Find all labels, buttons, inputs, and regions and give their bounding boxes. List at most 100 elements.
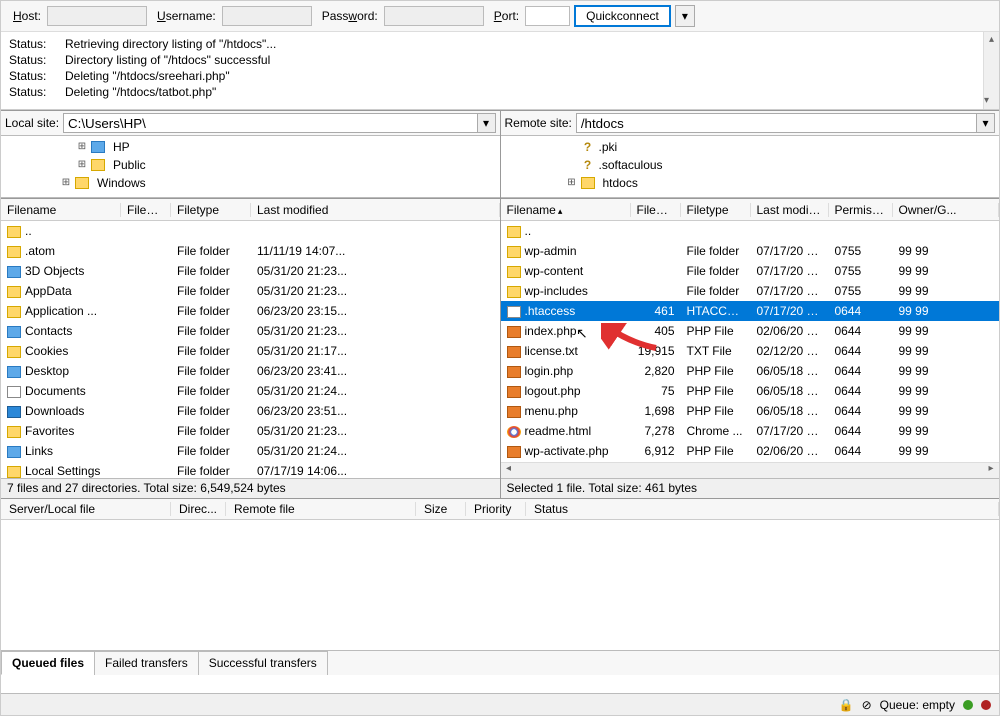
transfer-tabs: Queued files Failed transfers Successful…	[1, 650, 999, 675]
tree-label: .pki	[599, 138, 618, 156]
list-item[interactable]: DownloadsFile folder06/23/20 23:51...	[1, 401, 500, 421]
remote-site-label: Remote site:	[505, 116, 572, 130]
col-permissions[interactable]: Permissi...	[829, 203, 893, 217]
port-input[interactable]	[525, 6, 570, 26]
folder-icon	[7, 466, 21, 478]
list-item[interactable]: login.php2,820PHP File06/05/18 2...06449…	[501, 361, 1000, 381]
list-item[interactable]: wp-includesFile folder07/17/20 2...07559…	[501, 281, 1000, 301]
list-item[interactable]: AppDataFile folder05/31/20 21:23...	[1, 281, 500, 301]
list-item[interactable]: 3D ObjectsFile folder05/31/20 21:23...	[1, 261, 500, 281]
queue-status-text: Queue: empty	[880, 698, 955, 712]
tree-label: HP	[113, 138, 130, 156]
tree-label: .softaculous	[599, 156, 663, 174]
username-input[interactable]	[222, 6, 312, 26]
list-item[interactable]: index.php405PHP File02/06/20 1...064499 …	[501, 321, 1000, 341]
expander-icon[interactable]: ⊞	[77, 138, 87, 156]
list-item[interactable]: CookiesFile folder05/31/20 21:17...	[1, 341, 500, 361]
queue-body[interactable]	[1, 520, 999, 650]
local-file-list: Filename Filesize Filetype Last modified…	[1, 199, 501, 498]
col-filename[interactable]: Filename	[1, 203, 121, 217]
list-item[interactable]: DocumentsFile folder05/31/20 21:24...	[1, 381, 500, 401]
expander-icon[interactable]: ⊞	[61, 174, 71, 192]
scroll-right-icon[interactable]: ▸	[983, 463, 999, 479]
list-item[interactable]: readme.html7,278Chrome ...07/17/20 2...0…	[501, 421, 1000, 441]
tree-node[interactable]: ⊞Public	[7, 156, 494, 174]
list-item[interactable]: logout.php75PHP File06/05/18 2...064499 …	[501, 381, 1000, 401]
list-item[interactable]: Local SettingsFile folder07/17/19 14:06.…	[1, 461, 500, 478]
list-item[interactable]: wp-adminFile folder07/17/20 2...075599 9…	[501, 241, 1000, 261]
question-folder-icon: ?	[581, 158, 595, 172]
list-item[interactable]: wp-contentFile folder07/17/20 2...075599…	[501, 261, 1000, 281]
local-path-input[interactable]	[63, 113, 477, 133]
status-line: Retrieving directory listing of "/htdocs…	[65, 36, 276, 52]
remote-tree[interactable]: ?.pki? .softaculous ⊞ htdocs	[501, 136, 1000, 198]
qcol-status[interactable]: Status	[526, 502, 999, 516]
list-item[interactable]: ContactsFile folder05/31/20 21:23...	[1, 321, 500, 341]
remote-path-dropdown[interactable]: ▾	[977, 113, 995, 133]
local-path-dropdown[interactable]: ▾	[478, 113, 496, 133]
list-item[interactable]: menu.php1,698PHP File06/05/18 2...064499…	[501, 401, 1000, 421]
tab-failed[interactable]: Failed transfers	[94, 651, 199, 675]
folder-blue-icon	[7, 366, 21, 378]
tree-node[interactable]: ⊞ htdocs	[507, 174, 994, 192]
expander-icon[interactable]: ⊞	[567, 174, 577, 192]
local-site-label: Local site:	[5, 116, 59, 130]
status-label: Status:	[9, 36, 53, 52]
chevron-down-icon: ▾	[982, 116, 988, 130]
qcol-size[interactable]: Size	[416, 502, 466, 516]
tree-label: Windows	[97, 174, 146, 192]
connection-active-icon	[963, 700, 973, 710]
folder-icon	[507, 226, 521, 238]
status-scrollbar[interactable]: ▴ ▾	[983, 32, 999, 109]
folder-icon	[507, 286, 521, 298]
tab-success[interactable]: Successful transfers	[198, 651, 328, 675]
tree-node[interactable]: ⊞ HP	[7, 138, 494, 156]
scroll-left-icon[interactable]: ◂	[501, 463, 517, 479]
tree-node[interactable]: ⊞ Windows	[7, 174, 494, 192]
col-filesize[interactable]: Filesize	[121, 203, 171, 217]
col-filetype[interactable]: Filetype	[681, 203, 751, 217]
list-item[interactable]: ..	[501, 221, 1000, 241]
scroll-up-icon[interactable]: ▴	[984, 32, 999, 48]
remote-hscroll[interactable]: ◂ ▸	[501, 462, 1000, 478]
quickconnect-dropdown[interactable]: ▾	[675, 5, 695, 27]
col-filetype[interactable]: Filetype	[171, 203, 251, 217]
scroll-down-icon[interactable]: ▾	[984, 93, 989, 109]
col-filename[interactable]: Filename▴	[501, 203, 631, 217]
password-input[interactable]	[384, 6, 484, 26]
local-headers[interactable]: Filename Filesize Filetype Last modified	[1, 199, 500, 221]
qcol-direction[interactable]: Direc...	[171, 502, 226, 516]
qcol-priority[interactable]: Priority	[466, 502, 526, 516]
chevron-down-icon: ▾	[682, 9, 688, 23]
host-input[interactable]	[47, 6, 147, 26]
quickconnect-button[interactable]: Quickconnect	[574, 5, 671, 27]
col-modified[interactable]: Last modifi...	[751, 203, 829, 217]
col-owner[interactable]: Owner/G...	[893, 203, 1000, 217]
expander-icon[interactable]: ⊞	[77, 156, 87, 174]
folder-icon	[7, 246, 21, 258]
tree-node[interactable]: ? .softaculous	[507, 156, 994, 174]
remote-file-list: Filename▴ Filesize Filetype Last modifi.…	[501, 199, 1000, 498]
list-item[interactable]: license.txt19,915TXT File02/12/20 2...06…	[501, 341, 1000, 361]
folder-icon	[507, 266, 521, 278]
tab-queued[interactable]: Queued files	[1, 651, 95, 675]
col-modified[interactable]: Last modified	[251, 203, 500, 217]
php-icon	[507, 446, 521, 458]
local-tree[interactable]: ⊞ HP⊞Public⊞ Windows	[1, 136, 500, 198]
list-item[interactable]: .atomFile folder11/11/19 14:07...	[1, 241, 500, 261]
list-item[interactable]: FavoritesFile folder05/31/20 21:23...	[1, 421, 500, 441]
list-item[interactable]: LinksFile folder05/31/20 21:24...	[1, 441, 500, 461]
list-item[interactable]: DesktopFile folder06/23/20 23:41...	[1, 361, 500, 381]
qcol-file[interactable]: Server/Local file	[1, 502, 171, 516]
qcol-remote[interactable]: Remote file	[226, 502, 416, 516]
list-item[interactable]: .htaccess461HTACCE...07/17/20 2...064499…	[501, 301, 1000, 321]
queue-headers[interactable]: Server/Local file Direc... Remote file S…	[1, 498, 999, 520]
list-item[interactable]: wp-activate.php6,912PHP File02/06/20 1..…	[501, 441, 1000, 461]
tree-node[interactable]: ?.pki	[507, 138, 994, 156]
list-item[interactable]: Application ...File folder06/23/20 23:15…	[1, 301, 500, 321]
remote-path-input[interactable]	[576, 113, 977, 133]
tree-label: htdocs	[603, 174, 638, 192]
remote-headers[interactable]: Filename▴ Filesize Filetype Last modifi.…	[501, 199, 1000, 221]
list-item[interactable]: ..	[1, 221, 500, 241]
col-filesize[interactable]: Filesize	[631, 203, 681, 217]
